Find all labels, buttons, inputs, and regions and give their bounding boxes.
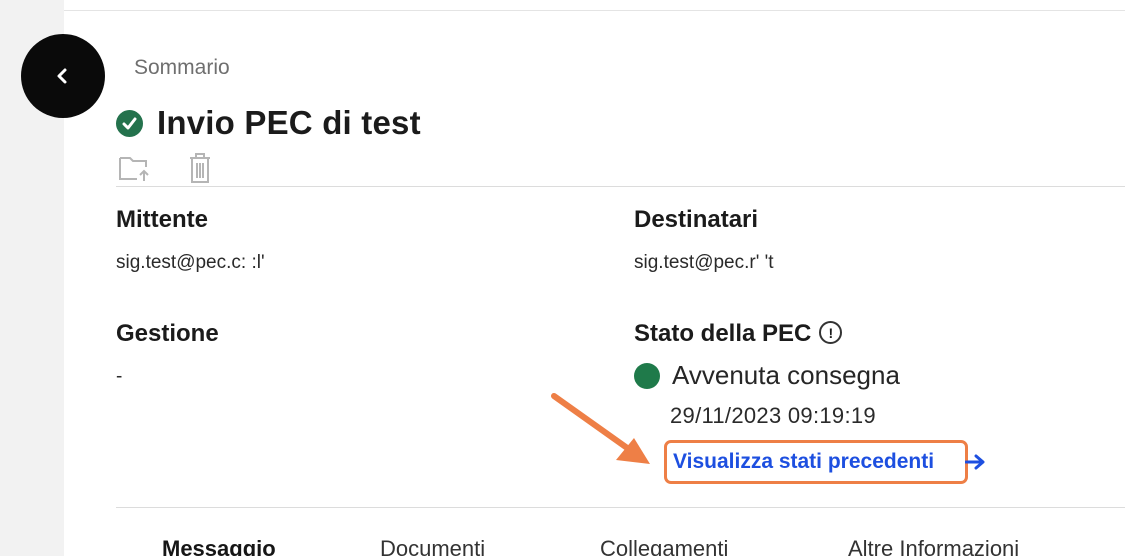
tab-messaggio[interactable]: Messaggio (162, 536, 276, 556)
detail-tabs: Messaggio Documenti Collegamenti Altre I… (116, 536, 1116, 556)
view-previous-states-link[interactable]: Visualizza stati precedenti (664, 440, 968, 484)
tab-documenti[interactable]: Documenti (380, 536, 485, 556)
folder-move-icon (119, 157, 149, 181)
stato-pec-label: Stato della PEC! (634, 320, 843, 348)
header-divider (116, 186, 1125, 187)
tab-altre-informazioni[interactable]: Altre Informazioni (848, 536, 1019, 556)
status-value: Avvenuta consegna (672, 360, 900, 390)
destinatari-label: Destinatari (634, 206, 759, 233)
message-toolbar (116, 150, 218, 186)
annotation-arrow-icon (551, 393, 650, 464)
mittente-value: sig.test@pec.c: :l' (116, 252, 265, 273)
stato-pec-label-text: Stato della PEC (634, 320, 812, 347)
back-button[interactable] (21, 34, 105, 118)
top-divider (64, 10, 1125, 11)
arrow-right-icon (965, 454, 985, 470)
tabs-divider (116, 507, 1125, 508)
page-title: Invio PEC di test (157, 104, 421, 141)
destinatari-value: sig.test@pec.r' 't (634, 252, 774, 273)
gestione-label: Gestione (116, 320, 219, 347)
tab-collegamenti[interactable]: Collegamenti (600, 536, 728, 556)
title-row: Invio PEC di test (116, 104, 421, 142)
status-dot-icon (634, 362, 660, 389)
status-date: 29/11/2023 09:19:19 (670, 403, 876, 428)
move-to-folder-button[interactable] (116, 150, 152, 186)
view-previous-states-label: Visualizza stati precedenti (673, 450, 935, 473)
check-circle-icon (116, 109, 143, 137)
gestione-value: - (116, 366, 123, 387)
delete-button[interactable] (182, 150, 218, 186)
mittente-label: Mittente (116, 206, 208, 233)
trash-icon (190, 153, 210, 183)
chevron-left-icon (57, 68, 67, 84)
status-row: Avvenuta consegna (634, 360, 900, 391)
info-icon[interactable]: ! (819, 321, 843, 345)
breadcrumb: Sommario (134, 56, 230, 79)
